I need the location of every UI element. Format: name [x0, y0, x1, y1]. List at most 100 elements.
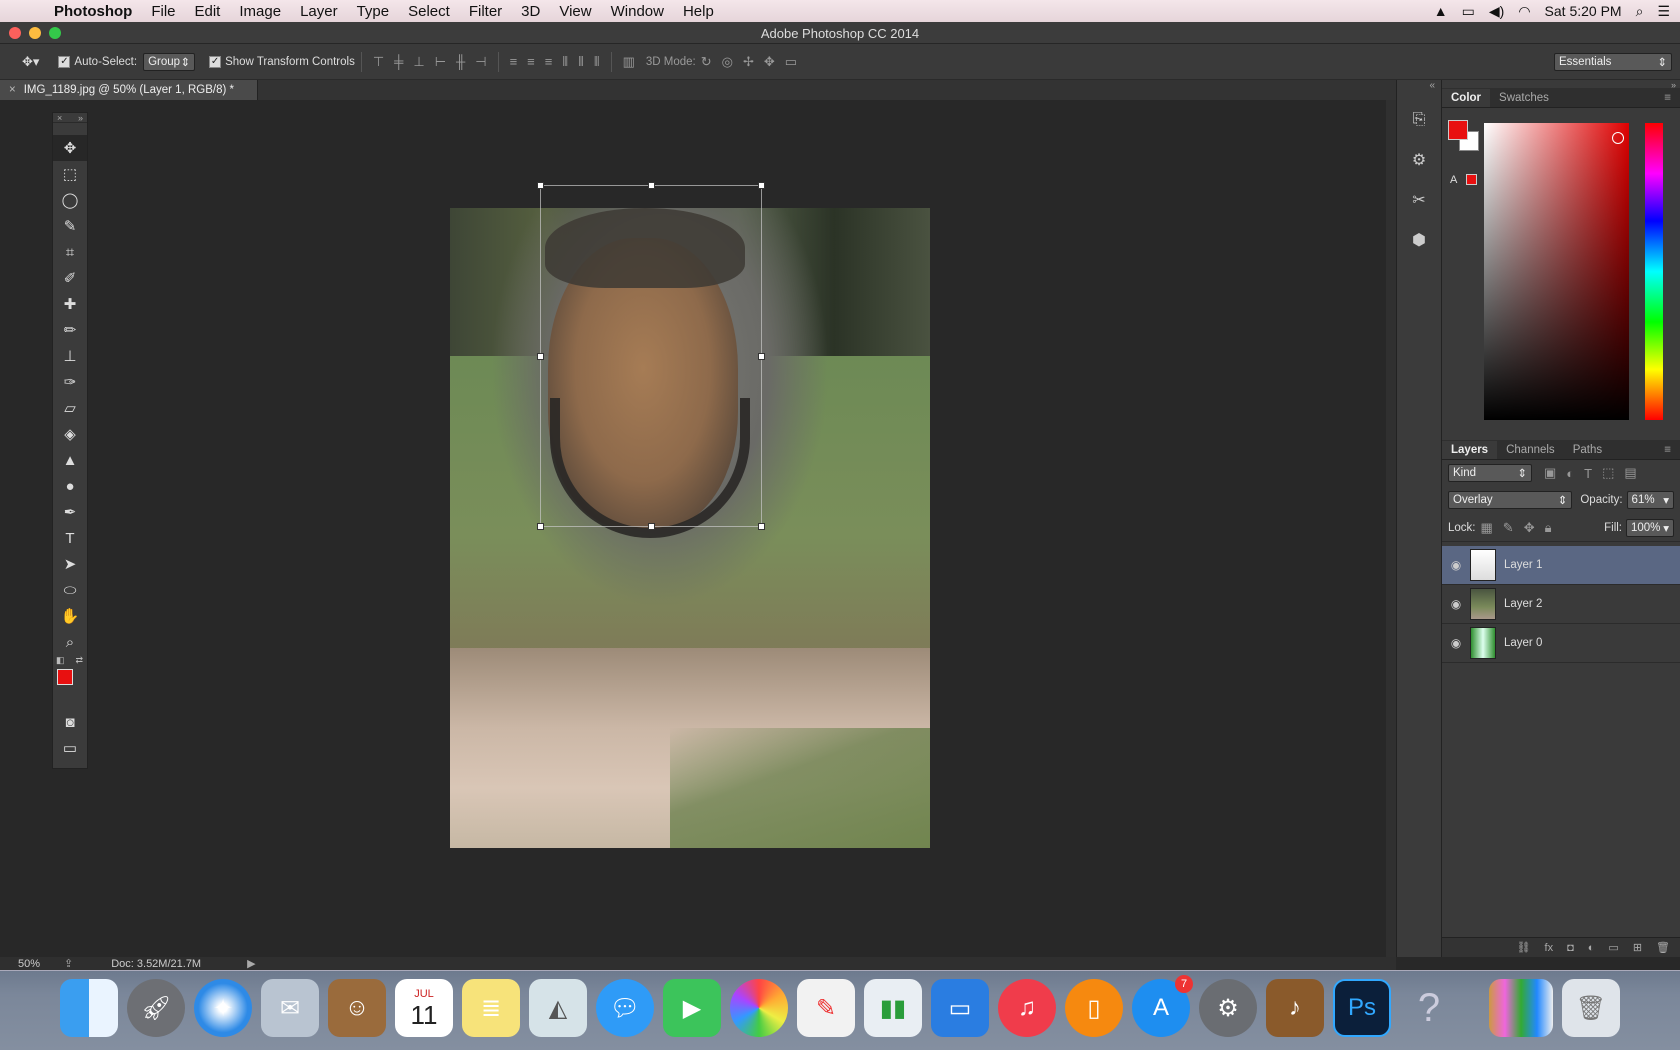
show-transform-controls-checkbox[interactable]: ✓ Show Transform Controls — [209, 55, 355, 68]
keynote-icon[interactable]: ▭ — [931, 979, 989, 1037]
launchpad-icon[interactable]: 🚀︎ — [127, 979, 185, 1037]
screen-mode-icon[interactable]: ▭ — [53, 735, 87, 761]
collapse-icon[interactable]: « — [1397, 80, 1441, 100]
notification-center-icon[interactable]: ☰ — [1657, 3, 1670, 20]
layer-row[interactable]: ◉ Layer 1 — [1442, 546, 1680, 585]
new-adjustment-layer-icon[interactable]: ◐ — [1588, 942, 1595, 954]
panel-menu-icon[interactable]: ≡ — [1655, 441, 1680, 459]
transform-handle-top-left[interactable] — [537, 182, 544, 189]
ellipse-tool-icon[interactable]: ⬭ — [53, 577, 87, 603]
lock-transparency-icon[interactable]: ▦ — [1481, 520, 1493, 536]
fill-input[interactable]: 100% ▾ — [1626, 518, 1674, 537]
eraser-tool-icon[interactable]: ▱ — [53, 395, 87, 421]
path-selection-tool-icon[interactable]: ➤ — [53, 551, 87, 577]
distribute-top-icon[interactable]: ≡ — [510, 54, 518, 69]
lock-position-icon[interactable]: ✥ — [1524, 520, 1535, 536]
status-menu-arrow-icon[interactable]: ▶ — [247, 957, 255, 970]
history-brush-tool-icon[interactable]: ✑ — [53, 369, 87, 395]
opacity-input[interactable]: 61% ▾ — [1626, 491, 1674, 509]
wifi-icon[interactable]: ◠ — [1518, 3, 1530, 20]
transform-handle-bottom[interactable] — [648, 523, 655, 530]
tool-presets-panel-icon[interactable]: ✂ — [1397, 180, 1441, 220]
mail-icon[interactable]: ✉ — [261, 979, 319, 1037]
swap-colors-icon[interactable]: ⇄ — [75, 655, 83, 666]
color-spectrum-field[interactable] — [1484, 123, 1629, 420]
safari-icon[interactable]: ✧ — [194, 979, 252, 1037]
gamut-warning-swatch[interactable] — [1466, 174, 1477, 185]
3d-scale-icon[interactable]: ▭ — [785, 54, 797, 70]
move-tool-preset-icon[interactable]: ✥▾ — [22, 54, 39, 70]
visibility-eye-icon[interactable]: ◉ — [1442, 597, 1470, 611]
expand-panels-icon[interactable]: » — [1442, 80, 1680, 90]
adobe-status-icon[interactable]: ▲ — [1434, 3, 1448, 19]
3d-roll-icon[interactable]: ◎ — [722, 54, 733, 70]
hand-tool-icon[interactable]: ✋ — [53, 603, 87, 629]
menu-view[interactable]: View — [559, 3, 591, 20]
menu-type[interactable]: Type — [357, 3, 390, 20]
clone-stamp-tool-icon[interactable]: ⊥ — [53, 343, 87, 369]
visibility-eye-icon[interactable]: ◉ — [1442, 636, 1470, 650]
distribute-vcenter-icon[interactable]: ≡ — [527, 54, 535, 69]
link-layers-icon[interactable]: ⛓ — [1517, 941, 1531, 954]
menu-3d[interactable]: 3D — [521, 3, 540, 20]
history-panel-icon[interactable]: ⎘ — [1397, 100, 1441, 140]
transform-handle-bottom-left[interactable] — [537, 523, 544, 530]
healing-brush-tool-icon[interactable]: ✚ — [53, 291, 87, 317]
color-picker-ring[interactable] — [1612, 132, 1624, 144]
menu-layer[interactable]: Layer — [300, 3, 338, 20]
messages-icon[interactable]: 💬︎ — [596, 979, 654, 1037]
transform-bounding-box[interactable] — [537, 182, 765, 530]
lock-image-icon[interactable]: ✎ — [1503, 520, 1514, 536]
properties-panel-icon[interactable]: ⚙ — [1397, 140, 1441, 180]
menu-file[interactable]: File — [151, 3, 175, 20]
auto-select-checkbox[interactable]: ✓ Auto-Select: — [58, 55, 137, 68]
layer-filter-dropdown[interactable]: Kind ⇕ — [1448, 464, 1532, 482]
layer-name[interactable]: Layer 0 — [1504, 637, 1542, 649]
trash-icon[interactable]: 🗑︎ — [1562, 979, 1620, 1037]
quick-mask-icon[interactable]: ◙ — [53, 709, 87, 735]
document-tab[interactable]: × IMG_1189.jpg @ 50% (Layer 1, RGB/8) * — [0, 80, 258, 100]
filter-pixel-icon[interactable]: ▣ — [1544, 465, 1556, 481]
tab-layers[interactable]: Layers — [1442, 441, 1498, 459]
align-hcenter-icon[interactable]: ╫ — [456, 54, 465, 69]
hue-slider[interactable] — [1645, 123, 1663, 420]
type-tool-icon[interactable]: T — [53, 525, 87, 551]
add-mask-icon[interactable]: ◘ — [1567, 942, 1574, 954]
transform-handle-top[interactable] — [648, 182, 655, 189]
transform-handle-bottom-right[interactable] — [758, 523, 765, 530]
menubar-clock[interactable]: Sat 5:20 PM — [1545, 3, 1622, 19]
zoom-level[interactable]: 50% — [18, 958, 52, 970]
brush-tool-icon[interactable]: ✏ — [53, 317, 87, 343]
workspace-dropdown[interactable]: Essentials ⇕ — [1554, 52, 1672, 71]
eyedropper-tool-icon[interactable]: ✐ — [53, 265, 87, 291]
layer-row[interactable]: ◉ Layer 2 — [1442, 585, 1680, 624]
align-left-icon[interactable]: ⊢ — [435, 54, 446, 70]
new-group-icon[interactable]: ▭ — [1608, 941, 1618, 954]
filter-type-icon[interactable]: T — [1584, 466, 1592, 481]
align-bottom-icon[interactable]: ⊥ — [413, 54, 424, 70]
foreground-color-swatch[interactable] — [1448, 120, 1468, 140]
distribute-hcenter-icon[interactable]: ⦀ — [578, 54, 584, 70]
calendar-icon[interactable]: JUL 11 — [395, 979, 453, 1037]
layer-style-icon[interactable]: fx — [1545, 942, 1554, 954]
menu-image[interactable]: Image — [239, 3, 281, 20]
auto-align-icon[interactable]: ▥ — [623, 54, 635, 70]
blend-mode-dropdown[interactable]: Overlay ⇕ — [1448, 491, 1573, 509]
align-top-icon[interactable]: ⊤ — [373, 54, 384, 70]
delete-layer-icon[interactable]: 🗑︎ — [1656, 941, 1670, 954]
filter-shape-icon[interactable]: ⬚ — [1602, 465, 1614, 481]
spotlight-search-icon[interactable]: ⌕ — [1636, 3, 1644, 20]
new-layer-icon[interactable]: ⊞ — [1633, 941, 1642, 954]
distribute-right-icon[interactable]: ⦀ — [594, 54, 600, 70]
numbers-icon[interactable]: ▮▮ — [864, 979, 922, 1037]
ibooks-icon[interactable]: ▯ — [1065, 979, 1123, 1037]
3d-rotate-icon[interactable]: ↻ — [701, 54, 712, 70]
panel-menu-icon[interactable]: ≡ — [1655, 89, 1680, 107]
zoom-tool-icon[interactable]: ⌕ — [53, 629, 87, 655]
app-store-icon[interactable]: A 7 — [1132, 975, 1193, 1037]
lock-all-icon[interactable]: 🔒︎ — [1545, 520, 1552, 536]
finder-icon[interactable] — [60, 979, 118, 1037]
airplay-icon[interactable]: ▭ — [1462, 3, 1475, 20]
tools-panel-header[interactable]: ×» — [53, 113, 87, 123]
lasso-tool-icon[interactable]: ◯ — [53, 187, 87, 213]
